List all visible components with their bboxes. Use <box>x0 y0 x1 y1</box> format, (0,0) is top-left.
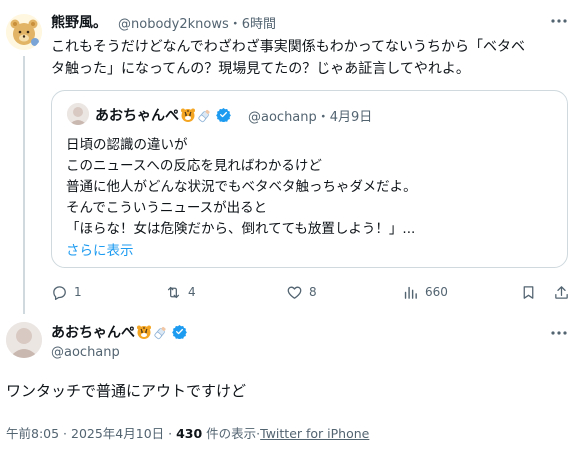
tweet-meta: 午前8:05 · 2025年4月10日 · 430 件の表示·Twitter f… <box>6 423 369 442</box>
views-button[interactable]: 660 <box>402 283 448 301</box>
user-photo-icon <box>67 103 89 125</box>
quoted-tweet-card[interactable]: あおちゃんぺ @aochanp・4月9日 日頃の認識の違いが このニュースへの反… <box>51 90 568 268</box>
tweet-text: ワンタッチで普通にアウトですけど <box>6 382 247 400</box>
reply-button[interactable]: 1 <box>51 283 82 301</box>
timestamp[interactable]: 午前8:05 · 2025年4月10日 · <box>6 426 176 441</box>
handle-and-time[interactable]: @nobody2knows・6時間 <box>118 13 276 32</box>
quoted-display-name: あおちゃんぺ <box>95 105 231 125</box>
show-more-link[interactable]: さらに表示 <box>66 239 134 259</box>
reply-count: 1 <box>74 285 82 299</box>
quoted-handle: @aochanp <box>248 110 317 125</box>
display-name-text[interactable]: あおちゃんぺ <box>51 325 135 341</box>
view-count: 660 <box>425 285 448 299</box>
avatar[interactable] <box>6 14 42 50</box>
more-dots-icon <box>551 19 567 23</box>
tiger-emoji-icon <box>181 108 195 122</box>
tweet-text: これもそうだけどなんでわざわざ事実関係もわかってないうちから「ベタベ タ触った」… <box>51 36 566 80</box>
thread-line <box>23 56 25 314</box>
reply-icon <box>53 285 66 300</box>
quoted-text-line: そんでこういうニュースが出ると <box>66 200 268 216</box>
display-name[interactable]: 熊野風。 <box>51 12 107 32</box>
quoted-avatar <box>67 103 89 125</box>
tweet-text-line: これもそうだけどなんでわざわざ事実関係もわかってないうちから「ベタベ <box>51 39 526 55</box>
bookmark-icon <box>523 285 534 299</box>
tiger-emoji-icon <box>137 325 151 339</box>
display-name[interactable]: あおちゃんぺ <box>51 322 187 342</box>
views-label: 件の表示· <box>202 426 261 441</box>
tweet-text-line: タ触った」になってんの？現場見てたの？じゃあ証言してやれよ。 <box>51 61 470 77</box>
like-button[interactable]: 8 <box>286 283 317 301</box>
view-count: 430 <box>176 426 203 441</box>
share-icon <box>555 285 568 299</box>
timestamp[interactable]: ・6時間 <box>229 17 276 32</box>
share-button[interactable] <box>553 283 570 301</box>
verified-badge-icon <box>216 107 231 122</box>
heart-icon <box>287 286 302 299</box>
quoted-text-line: 「ほらな！女は危険だから、倒れてても放置しよう！」... <box>66 221 416 237</box>
quoted-tweet-text: 日頃の認識の違いが このニュースへの反応を見ればわかるけど 普通に他人がどんな状… <box>66 135 561 240</box>
retweet-icon <box>167 286 180 298</box>
avatar[interactable] <box>6 322 42 358</box>
source-link[interactable]: Twitter for iPhone <box>260 426 369 441</box>
more-button[interactable] <box>548 324 570 342</box>
bear-avatar-icon <box>6 14 42 50</box>
quoted-text-line: 日頃の認識の違いが <box>66 137 188 153</box>
retweet-count: 4 <box>188 285 196 299</box>
analytics-bars-icon <box>404 286 417 299</box>
quoted-timestamp: ・4月9日 <box>316 110 373 125</box>
more-dots-icon <box>551 331 567 335</box>
verified-badge-icon <box>172 324 187 339</box>
like-count: 8 <box>309 285 317 299</box>
quoted-text-line: 普通に他人がどんな状況でもベタベタ触っちゃダメだよ。 <box>66 179 417 195</box>
user-photo-icon <box>6 322 42 358</box>
more-button[interactable] <box>548 12 570 30</box>
quoted-text-line: このニュースへの反応を見ればわかるけど <box>66 158 322 174</box>
retweet-button[interactable]: 4 <box>165 283 196 301</box>
quoted-display-name-text: あおちゃんぺ <box>95 108 179 124</box>
handle[interactable]: @aochanp <box>51 345 120 360</box>
bookmark-button[interactable] <box>520 283 537 301</box>
quoted-handle-and-time: @aochanp・4月9日 <box>248 106 372 125</box>
handle[interactable]: @nobody2knows <box>118 17 229 32</box>
baby-bottle-emoji-icon <box>154 326 166 340</box>
baby-bottle-emoji-icon <box>198 109 210 123</box>
